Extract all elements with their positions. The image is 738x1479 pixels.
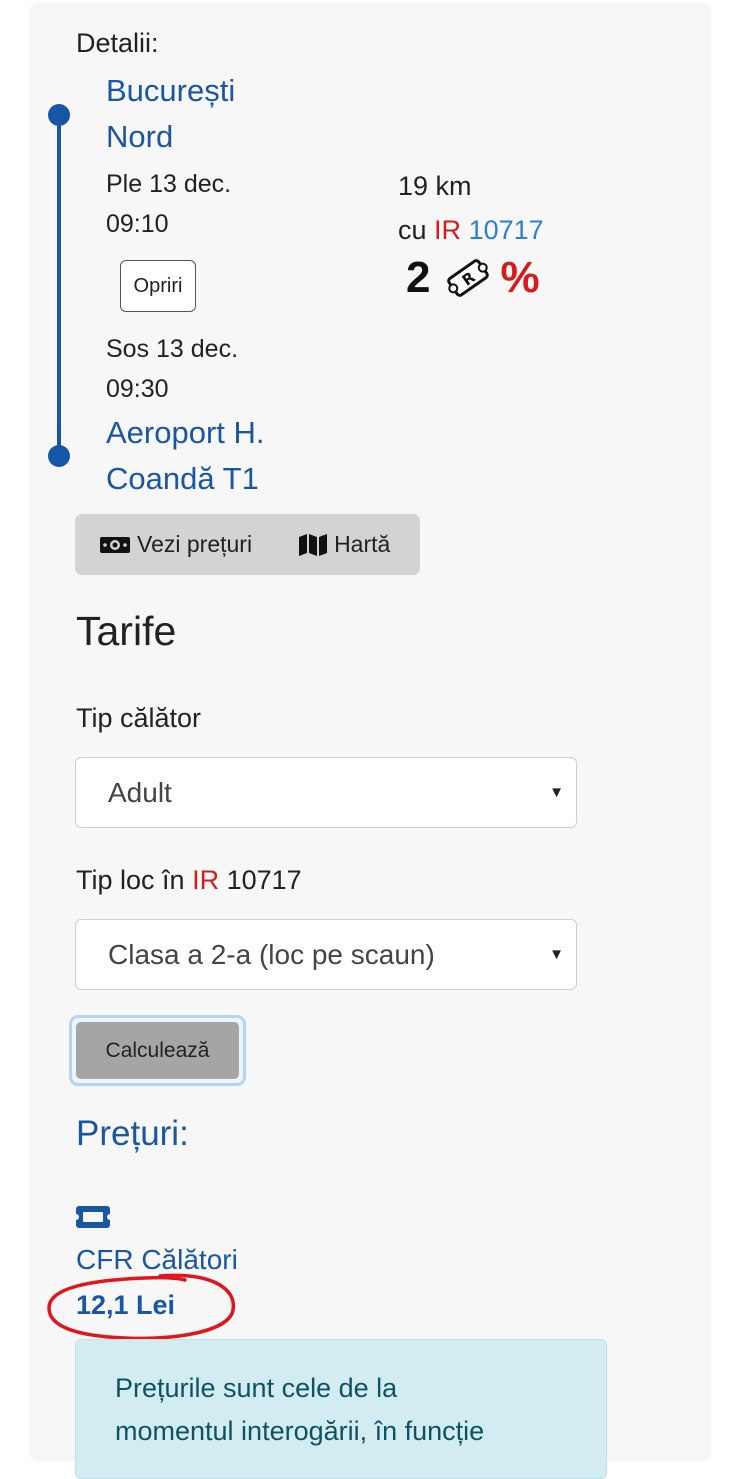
traveler-type-label: Tip călător (76, 703, 202, 733)
train-category: IR (434, 215, 462, 245)
train-line: cu IR 10717 (398, 208, 544, 252)
arrival-station-link[interactable]: Aeroport H. Coandă T1 (106, 410, 265, 502)
departure-station-line2: Nord (106, 119, 174, 154)
view-prices-button[interactable]: Vezi prețuri (99, 531, 252, 558)
select-arrow-icon: ▼ (549, 784, 564, 801)
departure-dot (48, 104, 70, 126)
seat-type-value: Clasa a 2-a (loc pe scaun) (108, 938, 435, 970)
price-notice-line1: Prețurile sunt cele de la (115, 1373, 398, 1403)
seat-type-label: Tip loc în IR 10717 (76, 865, 302, 896)
departure-time-block: Ple 13 dec. 09:10 (106, 164, 231, 244)
route-timeline-line (57, 115, 61, 457)
class-digit: 2 (406, 253, 431, 302)
traveler-type-value: Adult (108, 776, 172, 808)
departure-time: 09:10 (106, 210, 169, 238)
price-notice-alert: Prețurile sunt cele de la momentul inter… (75, 1339, 607, 1479)
red-circle-annotation (47, 1273, 236, 1341)
arrival-dot (48, 445, 70, 467)
price-notice-text: Prețurile sunt cele de la momentul inter… (115, 1367, 595, 1453)
action-bar: Vezi prețuri Hartă (75, 514, 420, 575)
departure-station-line1: București (106, 73, 236, 108)
departure-date: Ple 13 dec. (106, 170, 232, 198)
seat-type-select[interactable]: Clasa a 2-a (loc pe scaun) ▼ (75, 919, 577, 990)
discount-percent: % (500, 253, 540, 302)
train-amenities: 2 R % (406, 252, 540, 304)
traveler-type-select[interactable]: Adult ▼ (75, 757, 577, 828)
arrival-time-block: Sos 13 dec. 09:30 (106, 329, 238, 409)
arrival-station-line1: Aeroport H. (106, 415, 265, 450)
seat-type-label-category: IR (192, 865, 220, 895)
money-bill-icon (100, 536, 130, 553)
train-info: 19 km cu IR 10717 (398, 164, 544, 252)
seat-type-label-number: 10717 (226, 865, 302, 895)
train-number-link[interactable]: 10717 (469, 215, 544, 245)
arrival-date: Sos 13 dec. (106, 335, 239, 363)
arrival-station-line2: Coandă T1 (106, 461, 259, 496)
calculate-button-focus-ring: Calculează (69, 1015, 246, 1086)
train-prefix: cu (398, 215, 427, 245)
view-prices-label: Vezi prețuri (137, 531, 253, 557)
seat-type-label-prefix: Tip loc în (76, 865, 185, 895)
select-arrow-icon: ▼ (549, 946, 564, 963)
map-label: Hartă (334, 531, 391, 557)
map-button[interactable]: Hartă (298, 531, 390, 558)
prices-heading: Prețuri: (76, 1114, 189, 1153)
departure-station-link[interactable]: București Nord (106, 68, 235, 160)
calculate-button[interactable]: Calculează (76, 1022, 239, 1079)
stops-button[interactable]: Opriri (120, 260, 196, 312)
reservation-ticket-icon: R (447, 259, 490, 297)
details-label: Detalii: (76, 28, 159, 58)
map-icon (299, 533, 328, 556)
arrival-time: 09:30 (106, 375, 169, 403)
train-distance: 19 km (398, 171, 472, 201)
ticket-icon (75, 1206, 111, 1228)
tarife-heading: Tarife (76, 608, 177, 654)
